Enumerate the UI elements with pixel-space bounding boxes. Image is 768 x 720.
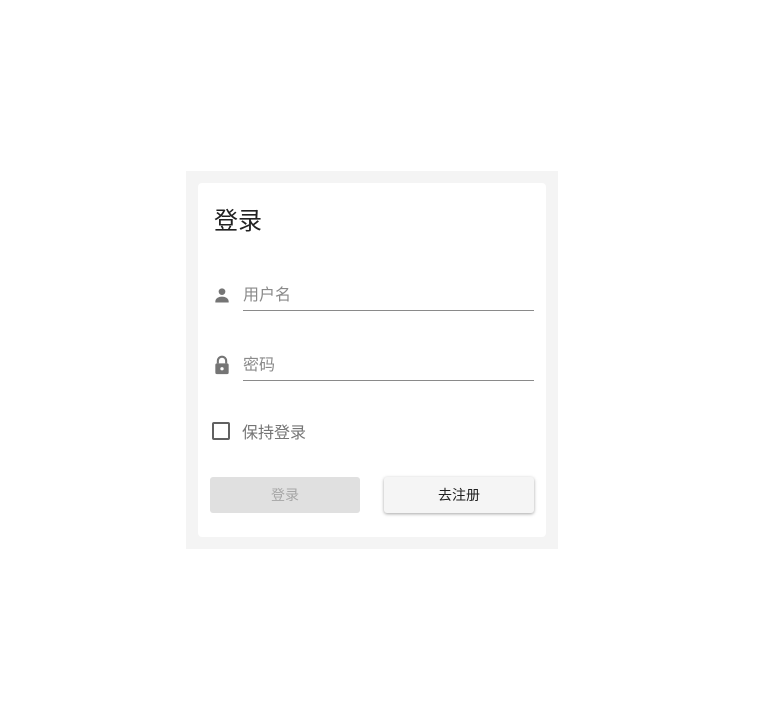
login-card: 登录 用户名 保持登录 登录 去注册 (198, 183, 546, 537)
username-input[interactable] (243, 280, 534, 308)
username-field-row (212, 280, 534, 311)
remember-me-label: 保持登录 (242, 423, 307, 442)
password-input-wrapper (243, 350, 534, 381)
password-input[interactable] (243, 350, 534, 378)
lock-icon (212, 354, 232, 376)
person-icon (212, 284, 232, 306)
remember-me-checkbox[interactable] (212, 422, 230, 440)
remember-me-option[interactable]: 保持登录 (212, 420, 306, 442)
password-field-row (212, 350, 534, 381)
login-panel-backdrop: 登录 用户名 保持登录 登录 去注册 (186, 171, 558, 549)
register-button[interactable]: 去注册 (384, 477, 534, 513)
page-title: 登录 (214, 207, 262, 235)
username-input-wrapper (243, 280, 534, 311)
login-button[interactable]: 登录 (210, 477, 360, 513)
